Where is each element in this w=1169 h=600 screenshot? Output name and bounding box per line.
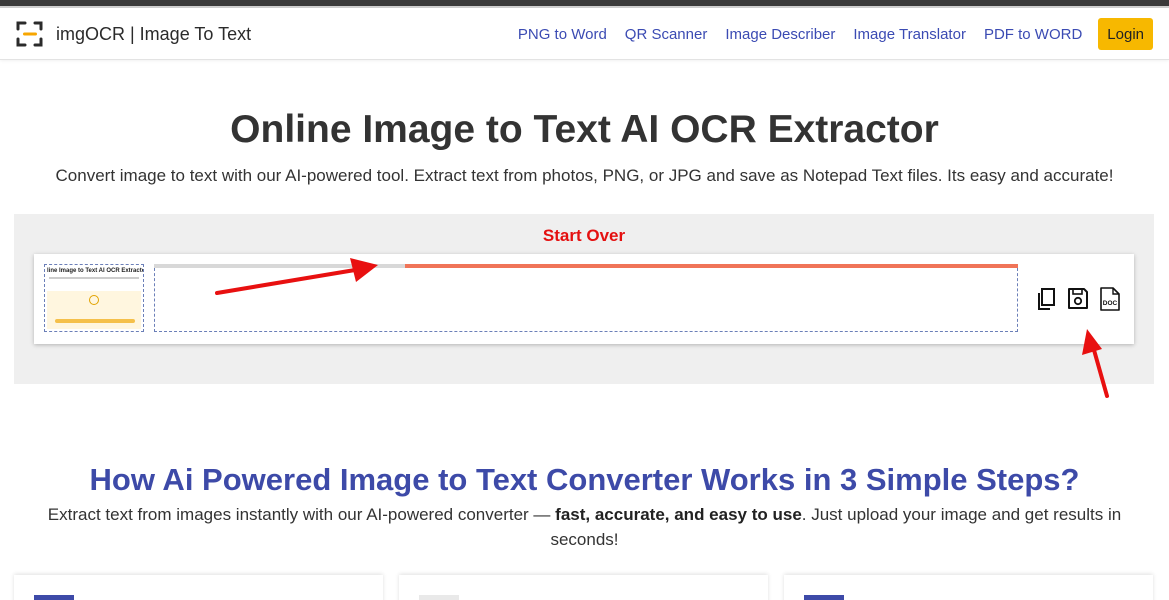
steps-subtitle-bold: fast, accurate, and easy to use	[555, 505, 802, 524]
step-card-2	[399, 575, 768, 600]
steps-subtitle: Extract text from images instantly with …	[30, 502, 1139, 552]
steps-subtitle-start: Extract text from images instantly with …	[47, 505, 556, 524]
step-2-icon	[419, 595, 459, 600]
step-3-icon	[804, 595, 844, 600]
step-1-icon	[34, 595, 74, 600]
step-card-1	[14, 575, 383, 600]
steps-title: How Ai Powered Image to Text Converter W…	[89, 462, 1080, 497]
step-card-3	[784, 575, 1153, 600]
